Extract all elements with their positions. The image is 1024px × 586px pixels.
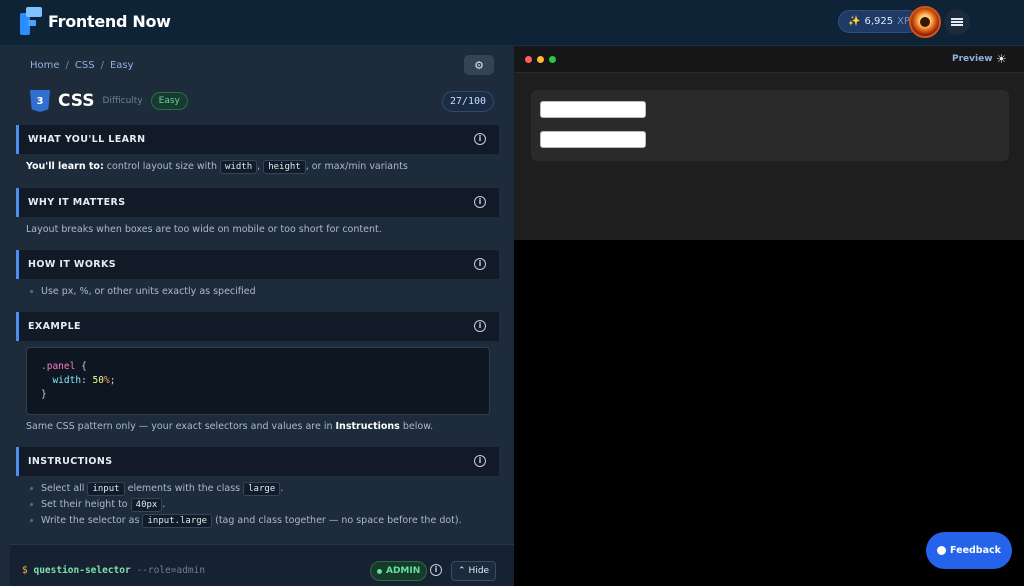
terminal-bar: $ question-selector --role=admin ADMIN i… [10,544,514,586]
info-icon[interactable]: i [474,133,486,145]
info-icon[interactable]: i [474,455,486,467]
breadcrumb-css[interactable]: CSS [75,60,95,71]
settings-button[interactable]: ⚙ [464,55,494,75]
preview-toolbar: Preview ☀ [514,46,1024,73]
page-title: CSS [58,91,95,111]
difficulty-badge: Easy [150,92,188,110]
info-icon[interactable]: i [474,320,486,332]
close-dot-icon [525,56,532,63]
feedback-button[interactable]: Feedback [926,532,1012,569]
section-example-title: EXAMPLE [28,321,81,332]
minimize-dot-icon [537,56,544,63]
section-works-title: HOW IT WORKS [28,259,117,270]
terminal-command: $ question-selector --role=admin [22,565,206,576]
menu-button[interactable] [944,9,970,35]
chevron-up-icon: ⌃ [458,566,466,576]
status-dot-icon [377,568,382,574]
preview-card [531,90,1009,161]
preview-panel: Preview ☀ [514,46,1024,240]
info-icon[interactable]: i [474,196,486,208]
top-bar: Frontend Now ✨ 6,925 XP [0,0,1024,46]
section-works-header[interactable]: HOW IT WORKS i [16,250,499,279]
section-learn-header[interactable]: WHAT YOU'LL LEARN i [16,125,499,154]
gear-icon: ⚙ [474,58,484,72]
hamburger-icon [951,17,963,28]
brand-name: Frontend Now [48,11,171,31]
difficulty-label: Difficulty [102,96,143,106]
list-item: Use px, %, or other units exactly as spe… [30,286,256,297]
breadcrumb-easy[interactable]: Easy [110,60,134,71]
lesson-title-row: 3 CSS Difficulty Easy [30,90,188,112]
info-icon[interactable]: i [474,258,486,270]
list-item: Set their height to 40px. [30,498,165,512]
section-instructions-header[interactable]: INSTRUCTIONS i [16,447,499,476]
css3-icon: 3 [30,90,50,112]
avatar[interactable] [909,6,941,38]
section-learn-title: WHAT YOU'LL LEARN [28,134,146,145]
example-note: Same CSS pattern only — your exact selec… [26,421,434,432]
section-example-header[interactable]: EXAMPLE i [16,312,499,341]
matters-text: Layout breaks when boxes are too wide on… [26,224,382,235]
section-matters-title: WHY IT MATTERS [28,197,126,208]
code-width: width [220,160,258,174]
code-height: height [263,160,306,174]
learn-text: You'll learn to: control layout size wit… [26,160,408,174]
progress-counter: 27/100 [442,91,494,112]
breadcrumb-home[interactable]: Home [30,60,60,71]
maximize-dot-icon [549,56,556,63]
logo-icon [20,7,42,35]
section-matters-header[interactable]: WHY IT MATTERS i [16,188,499,217]
admin-badge: ADMIN [370,561,428,581]
hide-button[interactable]: ⌃ Hide [451,561,497,581]
lesson-panel: Home / CSS / Easy ⚙ 3 CSS Difficulty Easy 27… [0,46,514,586]
section-instructions-title: INSTRUCTIONS [28,456,113,467]
xp-value: 6,925 [864,16,894,27]
breadcrumb: Home / CSS / Easy [30,60,134,71]
example-code-block: .panel { width: 50%; } [26,347,490,415]
sparkle-icon: ✨ [848,16,861,27]
list-item: Write the selector as input.large (tag a… [30,514,462,528]
preview-label: Preview [952,54,993,64]
preview-input[interactable] [540,101,646,118]
list-item: Select all input elements with the class… [30,482,283,496]
sun-icon[interactable]: ☀ [996,53,1008,65]
info-icon[interactable]: i [430,564,442,576]
xp-badge[interactable]: ✨ 6,925 XP [838,10,920,33]
preview-input[interactable] [540,131,646,148]
brand-logo[interactable]: Frontend Now [20,7,171,35]
chat-icon [937,546,947,555]
